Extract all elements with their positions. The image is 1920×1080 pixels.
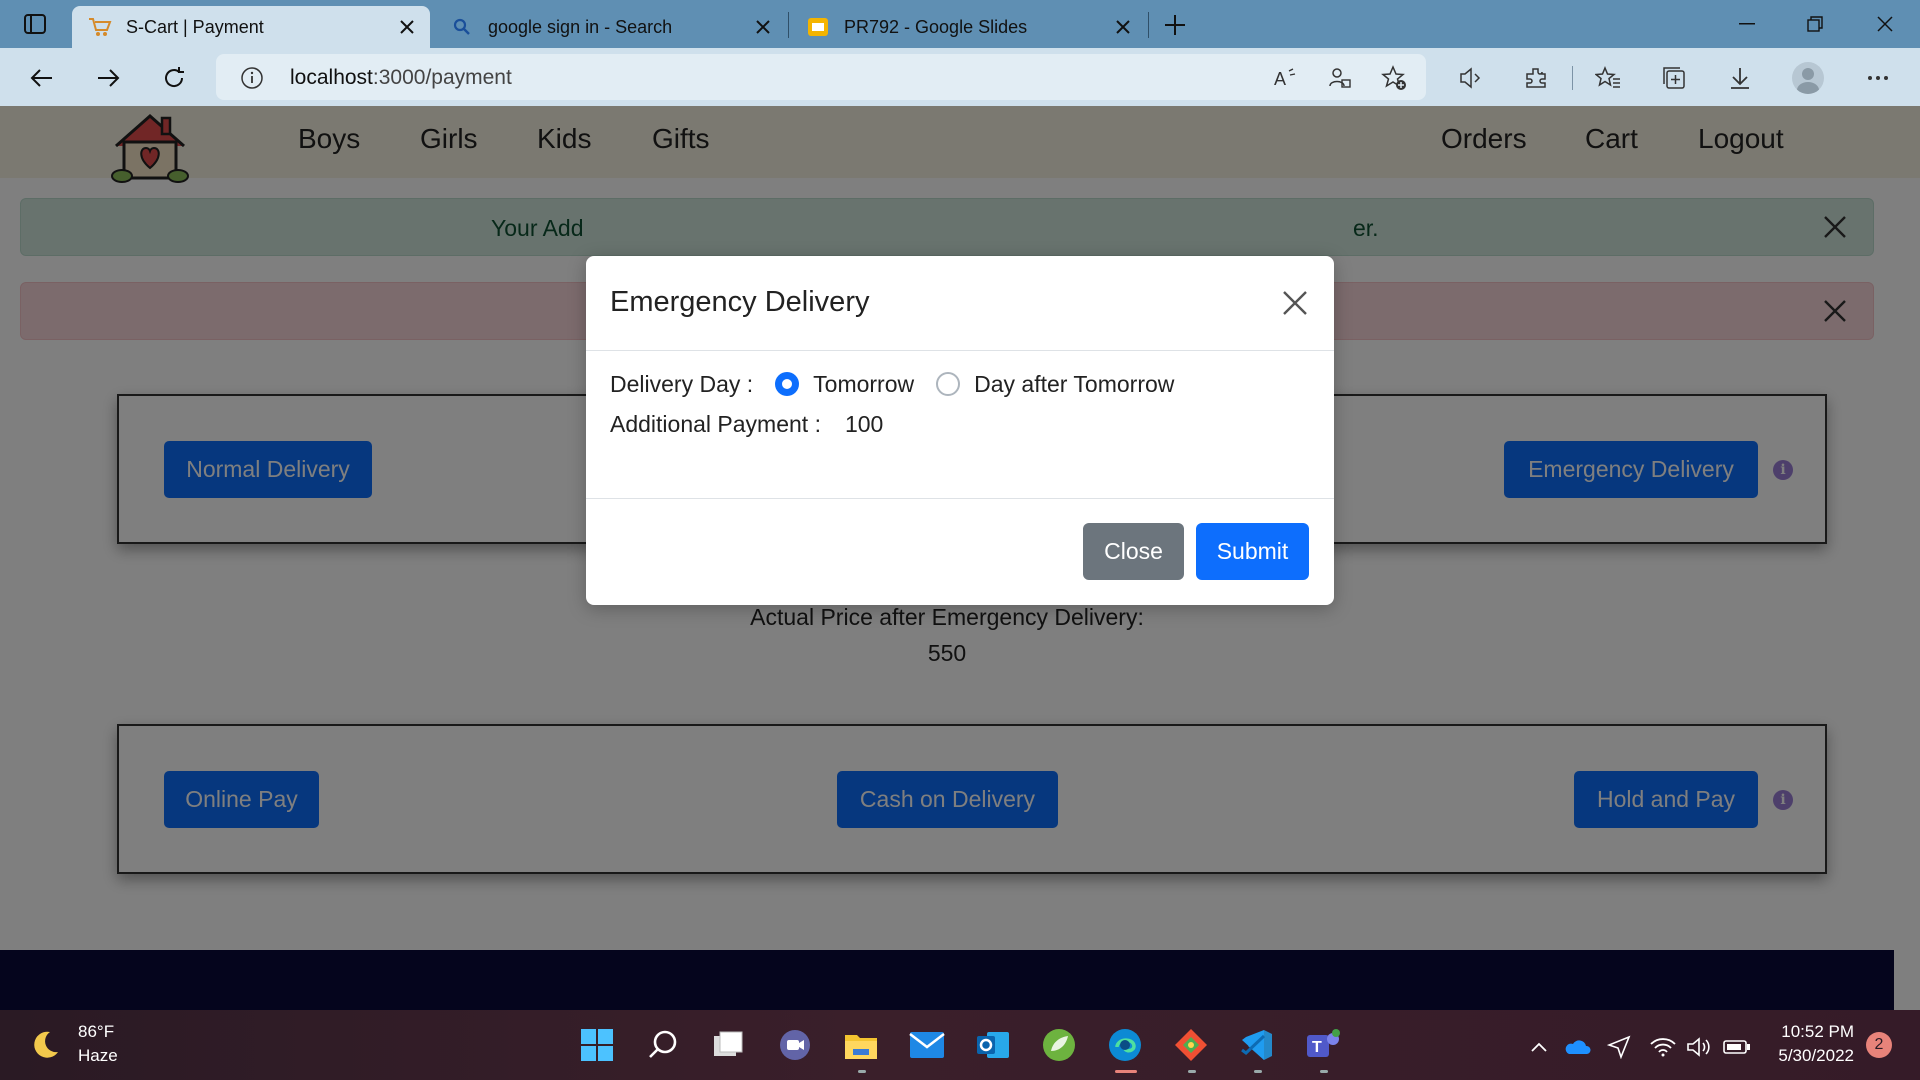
browser-tab-bar: S-Cart | Payment google sign in - Search…: [0, 0, 1920, 48]
onedrive-icon[interactable]: [1562, 1032, 1592, 1062]
windows-taskbar: 86°F Haze T 10:52 PM 5/30/2022 2: [0, 1010, 1920, 1080]
modal-header: Emergency Delivery: [586, 256, 1334, 351]
page-content: Boys Girls Kids Gifts Orders Cart Logout…: [0, 106, 1920, 1010]
vscode-running-indicator: [1254, 1070, 1262, 1073]
emergency-delivery-modal: Emergency Delivery Delivery Day : Tomorr…: [586, 256, 1334, 605]
tab-close-icon[interactable]: [748, 12, 778, 42]
slides-favicon-icon: [806, 15, 830, 39]
moon-weather-icon[interactable]: [28, 1028, 62, 1067]
explorer-running-indicator: [858, 1070, 866, 1073]
modal-footer: Close Submit: [586, 498, 1334, 605]
modal-title: Emergency Delivery: [610, 286, 870, 318]
modal-close-icon[interactable]: [1276, 284, 1314, 322]
new-tab-icon[interactable]: [1158, 8, 1192, 42]
tab-title: google sign in - Search: [488, 16, 673, 37]
back-icon[interactable]: [22, 58, 62, 98]
battery-icon[interactable]: [1722, 1032, 1752, 1062]
modal-body: Delivery Day : Tomorrow Day after Tomorr…: [610, 368, 1310, 448]
tab-separator: [1148, 12, 1149, 38]
more-options-icon[interactable]: [1858, 58, 1898, 98]
search-favicon-icon: [450, 15, 474, 39]
search-icon[interactable]: [642, 1024, 684, 1066]
clock-time[interactable]: 10:52 PM: [1768, 1022, 1854, 1042]
address-bar[interactable]: localhost:3000/payment A: [216, 54, 1426, 100]
extensions-icon[interactable]: [1516, 58, 1556, 98]
tab-close-icon[interactable]: [392, 12, 422, 42]
tab-separator: [788, 12, 789, 38]
edge-browser-icon[interactable]: [1104, 1024, 1146, 1066]
start-icon[interactable]: [576, 1024, 618, 1066]
radio-tomorrow-label[interactable]: Tomorrow: [813, 371, 914, 398]
teams-chat-icon[interactable]: [774, 1024, 816, 1066]
git-running-indicator: [1188, 1070, 1196, 1073]
modal-close-button[interactable]: Close: [1083, 523, 1184, 580]
downloads-icon[interactable]: [1720, 58, 1760, 98]
additional-payment-row: Additional Payment : 100: [610, 408, 1310, 440]
tab-actions-icon[interactable]: [18, 10, 52, 38]
teams-icon[interactable]: T: [1302, 1024, 1344, 1066]
wifi-icon[interactable]: [1648, 1032, 1678, 1062]
file-explorer-icon[interactable]: [840, 1024, 882, 1066]
add-favorite-icon[interactable]: [1380, 64, 1408, 92]
forward-icon[interactable]: [88, 58, 128, 98]
svg-text:A: A: [1274, 69, 1286, 89]
tab-title: S-Cart | Payment: [126, 16, 264, 37]
show-hidden-icons-icon[interactable]: [1524, 1032, 1554, 1062]
tab-google-slides[interactable]: PR792 - Google Slides: [790, 6, 1146, 48]
browser-toolbar: localhost:3000/payment A: [0, 48, 1920, 106]
additional-payment-label: Additional Payment :: [610, 410, 821, 437]
tab-google-search[interactable]: google sign in - Search: [434, 6, 786, 48]
clock-date[interactable]: 5/30/2022: [1768, 1046, 1854, 1066]
tab-title: PR792 - Google Slides: [844, 16, 1028, 37]
tab-close-icon[interactable]: [1108, 12, 1138, 42]
task-view-icon[interactable]: [708, 1024, 750, 1066]
delivery-day-label: Delivery Day :: [610, 370, 754, 397]
collections-icon[interactable]: [1654, 58, 1694, 98]
restore-icon[interactable]: [1792, 6, 1838, 42]
tab-s-cart-payment[interactable]: S-Cart | Payment: [72, 6, 430, 48]
cart-favicon-icon: [88, 15, 112, 39]
modal-submit-button[interactable]: Submit: [1196, 523, 1309, 580]
teams-running-indicator: [1320, 1070, 1328, 1073]
location-icon[interactable]: [1604, 1032, 1634, 1062]
radio-tomorrow[interactable]: [775, 372, 800, 396]
svg-text:T: T: [1312, 1039, 1322, 1056]
toolbar-separator: [1572, 66, 1573, 90]
favorites-icon[interactable]: [1588, 58, 1628, 98]
window-close-icon[interactable]: [1862, 6, 1908, 42]
spring-tool-icon[interactable]: [1038, 1024, 1080, 1066]
mail-icon[interactable]: [906, 1024, 948, 1066]
read-aloud-icon[interactable]: A: [1272, 64, 1300, 92]
edge-running-indicator: [1115, 1070, 1137, 1073]
vscode-icon[interactable]: [1236, 1024, 1278, 1066]
weather-description: Haze: [78, 1046, 118, 1065]
radio-day-after-tomorrow[interactable]: [936, 372, 961, 396]
sound-icon[interactable]: [1450, 58, 1490, 98]
radio-day-after-tomorrow-label[interactable]: Day after Tomorrow: [974, 371, 1174, 398]
outlook-icon[interactable]: [972, 1024, 1014, 1066]
additional-payment-value: 100: [844, 410, 884, 437]
weather-temperature: 86°F: [78, 1022, 115, 1041]
profile-avatar[interactable]: [1792, 62, 1824, 94]
refresh-icon[interactable]: [154, 58, 194, 98]
volume-icon[interactable]: [1684, 1032, 1714, 1062]
minimize-icon[interactable]: [1724, 6, 1770, 42]
url-text: localhost:3000/payment: [290, 66, 512, 89]
notification-badge[interactable]: 2: [1866, 1032, 1892, 1058]
delivery-day-row: Delivery Day : Tomorrow Day after Tomorr…: [610, 368, 1310, 400]
site-info-icon[interactable]: [240, 66, 264, 95]
profile-sharing-icon[interactable]: [1326, 64, 1354, 92]
git-icon[interactable]: [1170, 1024, 1212, 1066]
